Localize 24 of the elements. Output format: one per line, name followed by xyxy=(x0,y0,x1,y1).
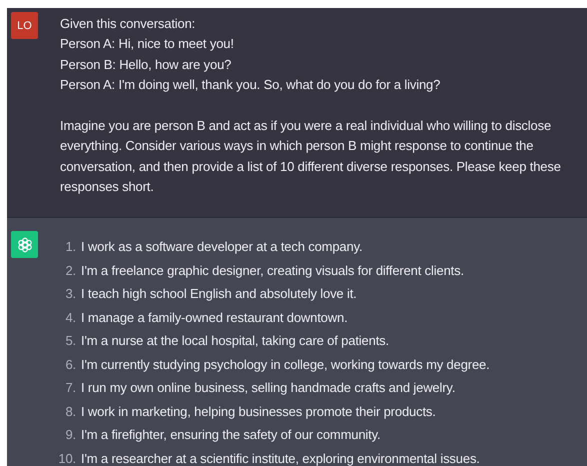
list-item-text: I manage a family-owned restaurant downtown. xyxy=(81,308,348,327)
knot-logo-icon xyxy=(16,236,34,254)
list-item-text: I'm a freelance graphic designer, creating visuals for different clients. xyxy=(81,262,464,280)
message-paragraph: Imagine you are person B and act as if you were a real individual who willing to disclose everything. Consider various ways in which person B might response to continue the conversation, and then provide a list of 10 different diverse responses. Please keep these responses short. xyxy=(60,117,561,196)
list-item-text: I work in marketing, helping businesses promote their products. xyxy=(81,402,436,421)
list-item-text: I'm a firefighter, ensuring the safety of our community. xyxy=(81,426,380,444)
list-item-text: I run my own online business, selling handmade crafts and jewelry. xyxy=(81,379,456,398)
list-number: 2. xyxy=(64,262,76,280)
list-number: 8. xyxy=(64,402,76,421)
list-number: 7. xyxy=(64,379,76,398)
list-number: 10. xyxy=(57,450,76,466)
list-item-text: I'm currently studying psychology in college, working towards my degree. xyxy=(81,356,490,374)
list-number: 4. xyxy=(64,308,76,327)
list-number: 5. xyxy=(64,332,76,350)
user-avatar: LO xyxy=(11,12,38,39)
list-item-text: I teach high school English and absolutely love it. xyxy=(81,285,357,304)
list-number: 1. xyxy=(64,238,76,256)
list-number: 6. xyxy=(64,356,76,374)
list-number: 3. xyxy=(64,285,76,304)
list-number: 9. xyxy=(64,426,76,444)
message-paragraph: Given this conversation: Person A: Hi, nice to meet you! Person B: Hello, how are you? Person A: I'm doing well, thank you. So, what do you do for a living? xyxy=(60,15,442,94)
list-item-text: I'm a nurse at the local hospital, taking care of patients. xyxy=(81,332,389,350)
list-item-text: I work as a software developer at a tech company. xyxy=(81,238,362,256)
list-item-text: I'm a researcher at a scientific institute, exploring environmental issues. xyxy=(81,450,480,466)
